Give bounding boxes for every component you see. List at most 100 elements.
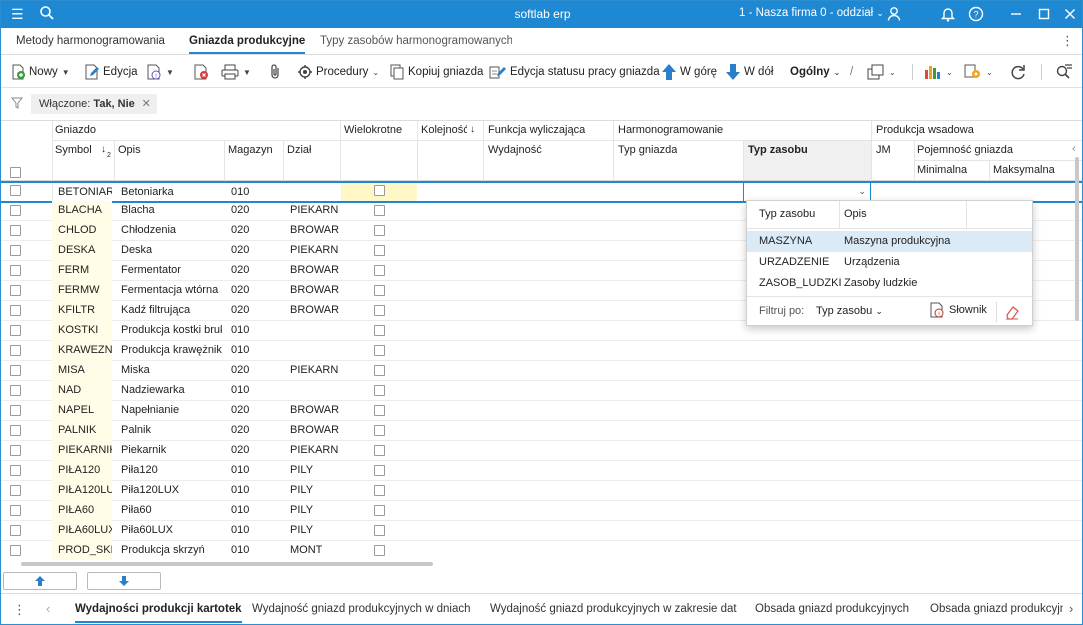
table-row[interactable]: PALNIK Palnik 020 BROWAR <box>1 421 1082 441</box>
wielokrotne-checkbox[interactable] <box>374 205 385 216</box>
bottom-tab-wydajnosci-kartotek[interactable]: Wydajności produkcji kartotek <box>75 603 242 623</box>
wielokrotne-checkbox[interactable] <box>374 445 385 456</box>
delete-button[interactable] <box>193 63 209 81</box>
wielokrotne-checkbox[interactable] <box>374 305 385 316</box>
view-selector[interactable]: Ogólny ⌄ <box>790 63 840 81</box>
procedures-button[interactable]: Procedury ⌄ <box>297 63 379 81</box>
new-button[interactable]: Nowy ▼ <box>10 63 70 81</box>
header-wydajnosc[interactable]: Wydajność <box>488 144 542 156</box>
row-checkbox[interactable] <box>10 445 21 456</box>
scrollbar-thumb[interactable] <box>21 562 433 566</box>
row-checkbox[interactable] <box>10 305 21 316</box>
wielokrotne-checkbox[interactable] <box>374 405 385 416</box>
first-record-button[interactable] <box>3 572 77 590</box>
wielokrotne-checkbox[interactable] <box>374 345 385 356</box>
wielokrotne-checkbox[interactable] <box>374 465 385 476</box>
more-vertical-icon[interactable]: ⋮ <box>1061 33 1074 49</box>
header-opis[interactable]: Opis <box>118 144 141 156</box>
wielokrotne-checkbox[interactable] <box>374 525 385 536</box>
refresh-button[interactable] <box>1009 63 1027 81</box>
scrollbar-thumb[interactable] <box>1075 157 1079 321</box>
table-row[interactable]: PIŁA60 Piła60 010 PILY <box>1 501 1082 521</box>
vertical-scrollbar[interactable] <box>1074 141 1080 331</box>
bottom-tab-wydajnosc-dni[interactable]: Wydajność gniazd produkcyjnych w dniach <box>252 603 471 615</box>
move-down-button[interactable]: W dół <box>725 63 773 81</box>
row-checkbox[interactable] <box>10 425 21 436</box>
header-kolejnosc[interactable]: Kolejność <box>421 124 467 136</box>
wielokrotne-checkbox[interactable] <box>374 425 385 436</box>
table-row[interactable]: PROD_SKRZ Produkcja skrzyń 010 MONT <box>1 541 1082 560</box>
tab-typy-zasobow[interactable]: Typy zasobów harmonogramowanych <box>320 35 512 47</box>
typ-zasobu-combobox[interactable]: ⌄ <box>743 182 871 202</box>
row-checkbox[interactable] <box>10 205 21 216</box>
wielokrotne-checkbox[interactable] <box>374 485 385 496</box>
user-icon[interactable] <box>885 5 903 23</box>
filter-icon[interactable] <box>11 97 23 109</box>
row-checkbox[interactable] <box>10 245 21 256</box>
bottom-tab-wydajnosc-zakres[interactable]: Wydajność gniazd produkcyjnych w zakresi… <box>490 603 737 615</box>
wielokrotne-checkbox[interactable] <box>374 185 385 196</box>
row-checkbox[interactable] <box>10 405 21 416</box>
horizontal-scrollbar[interactable] <box>1 560 1082 568</box>
header-typ-zasobu[interactable]: Typ zasobu <box>748 144 808 156</box>
edit-status-button[interactable]: Edycja statusu pracy gniazda <box>489 63 660 81</box>
company-selector[interactable]: 1 - Nasza firma 0 - oddział ⌄ <box>739 7 884 19</box>
row-checkbox[interactable] <box>10 185 21 196</box>
minimize-icon[interactable] <box>1007 5 1025 23</box>
table-row[interactable]: PIŁA60LUX Piła60LUX 010 PILY <box>1 521 1082 541</box>
print-button[interactable]: ▼ <box>221 63 251 81</box>
chevron-left-icon[interactable]: ‹ <box>46 601 50 616</box>
header-magazyn[interactable]: Magazyn <box>228 144 273 156</box>
help-icon[interactable]: ? <box>967 5 985 23</box>
move-up-button[interactable]: W górę <box>661 63 717 81</box>
close-icon[interactable] <box>1061 5 1079 23</box>
edit-button[interactable]: Edycja <box>84 63 138 81</box>
eraser-icon[interactable] <box>1004 304 1020 320</box>
row-checkbox[interactable] <box>10 265 21 276</box>
export-button[interactable]: ⌄ <box>867 63 896 81</box>
tab-gniazda[interactable]: Gniazda produkcyjne <box>189 35 306 54</box>
dropdown-option[interactable]: MASZYNA Maszyna produkcyjna <box>747 231 1032 252</box>
row-checkbox[interactable] <box>10 465 21 476</box>
row-checkbox[interactable] <box>10 485 21 496</box>
table-row[interactable]: PIŁA120LUX Piła120LUX 010 PILY <box>1 481 1082 501</box>
chart-button[interactable]: ⌄ <box>924 63 953 81</box>
bell-icon[interactable] <box>939 5 957 23</box>
row-checkbox[interactable] <box>10 525 21 536</box>
row-checkbox[interactable] <box>10 285 21 296</box>
wielokrotne-checkbox[interactable] <box>374 225 385 236</box>
header-symbol[interactable]: Symbol <box>55 144 92 156</box>
row-checkbox[interactable] <box>10 505 21 516</box>
table-row[interactable]: KRAWEZNIKI Produkcja krawężników 010 <box>1 341 1082 361</box>
search-filter-button[interactable] <box>1055 63 1073 81</box>
bottom-tab-obsada[interactable]: Obsada gniazd produkcyjnych <box>755 603 909 615</box>
tab-metody[interactable]: Metody harmonogramowania <box>16 35 165 47</box>
header-jm[interactable]: JM <box>876 144 891 156</box>
row-checkbox[interactable] <box>10 385 21 396</box>
last-record-button[interactable] <box>87 572 161 590</box>
more-vertical-icon[interactable]: ⋮ <box>13 602 26 618</box>
filter-by-select[interactable]: Typ zasobu ⌄ <box>816 305 883 317</box>
table-row[interactable]: PIEKARNIK Piekarnik 020 PIEKARN <box>1 441 1082 461</box>
row-checkbox[interactable] <box>10 365 21 376</box>
dropdown-option[interactable]: URZADZENIE Urządzenia <box>747 252 1032 273</box>
filter-chip[interactable]: Włączone: Tak, Nie ✕ <box>31 94 157 114</box>
header-maksymalna[interactable]: Maksymalna <box>993 164 1055 176</box>
header-dzial[interactable]: Dział <box>287 144 311 156</box>
table-row[interactable]: NAPEL Napełnianie 020 BROWAR <box>1 401 1082 421</box>
row-checkbox[interactable] <box>10 225 21 236</box>
wielokrotne-checkbox[interactable] <box>374 245 385 256</box>
wielokrotne-checkbox[interactable] <box>374 385 385 396</box>
table-row[interactable]: PIŁA120 Piła120 010 PILY <box>1 461 1082 481</box>
dictionary-button[interactable]: i Słownik <box>929 302 987 318</box>
header-typ-gniazda[interactable]: Typ gniazda <box>618 144 677 156</box>
settings-button[interactable]: ⌄ <box>964 63 993 81</box>
row-checkbox[interactable] <box>10 325 21 336</box>
attachment-button[interactable] <box>268 63 282 81</box>
copy-button[interactable]: Kopiuj gniazda <box>389 63 483 81</box>
maximize-icon[interactable] <box>1035 5 1053 23</box>
wielokrotne-checkbox[interactable] <box>374 285 385 296</box>
row-checkbox[interactable] <box>10 545 21 556</box>
bottom-tab-obsada-2[interactable]: Obsada gniazd produkcyjnych <box>930 603 1063 615</box>
table-row[interactable]: NAD Nadziewarka 010 <box>1 381 1082 401</box>
